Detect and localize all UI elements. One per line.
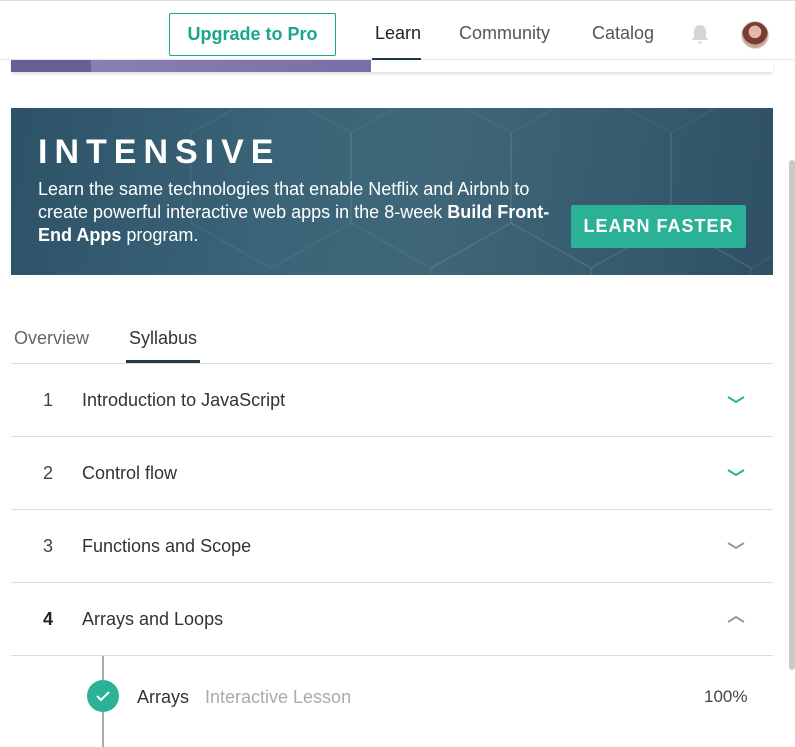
unit-number: 2 xyxy=(43,463,54,483)
upgrade-to-pro-button[interactable]: Upgrade to Pro xyxy=(169,13,336,56)
chevron-up-icon[interactable] xyxy=(725,611,747,627)
learn-faster-button[interactable]: LEARN FASTER xyxy=(571,205,746,248)
nav-catalog-link[interactable]: Catalog xyxy=(592,23,654,44)
banner-description: Learn the same technologies that enable … xyxy=(38,178,558,247)
syllabus-unit-2[interactable]: 2 Control flow xyxy=(11,437,773,510)
unit-number: 4 xyxy=(43,609,54,629)
unit-number: 1 xyxy=(43,390,54,410)
chevron-down-icon[interactable] xyxy=(725,392,747,408)
intensive-logo: INTENSIVE xyxy=(38,133,281,171)
syllabus-unit-1[interactable]: 1 Introduction to JavaScript xyxy=(11,364,773,437)
user-avatar[interactable] xyxy=(741,21,769,49)
nav-community-link[interactable]: Community xyxy=(459,23,550,44)
lesson-type: Interactive Lesson xyxy=(205,687,352,707)
unit-title: Functions and Scope xyxy=(82,536,252,556)
chevron-down-icon[interactable] xyxy=(725,538,747,554)
tab-active-indicator xyxy=(126,360,200,363)
tab-overview[interactable]: Overview xyxy=(14,328,89,349)
chevron-down-icon[interactable] xyxy=(725,465,747,481)
bell-icon[interactable] xyxy=(690,23,710,45)
unit-title: Introduction to JavaScript xyxy=(82,390,286,410)
lesson-progress: 100% xyxy=(704,687,748,706)
course-progress-accent xyxy=(11,60,91,72)
intensive-banner: INTENSIVE Learn the same technologies th… xyxy=(11,108,773,275)
page-scrollbar[interactable] xyxy=(789,160,795,670)
banner-text-end: program. xyxy=(121,225,199,245)
completed-check-icon xyxy=(87,680,119,712)
syllabus-unit-4[interactable]: 4 Arrays and Loops xyxy=(11,583,773,656)
course-tabs: Overview Syllabus xyxy=(11,316,773,364)
nav-learn-link[interactable]: Learn xyxy=(375,23,421,44)
syllabus-unit-3[interactable]: 3 Functions and Scope xyxy=(11,510,773,583)
unit-title: Control flow xyxy=(82,463,178,483)
lesson-arrays[interactable]: Arrays Interactive Lesson 100% xyxy=(11,656,773,747)
tab-syllabus[interactable]: Syllabus xyxy=(129,328,197,349)
unit-number: 3 xyxy=(43,536,54,556)
lesson-title: Arrays xyxy=(137,687,190,707)
top-navigation-bar: Upgrade to Pro Learn Community Catalog xyxy=(0,0,795,61)
unit-title: Arrays and Loops xyxy=(82,609,224,629)
